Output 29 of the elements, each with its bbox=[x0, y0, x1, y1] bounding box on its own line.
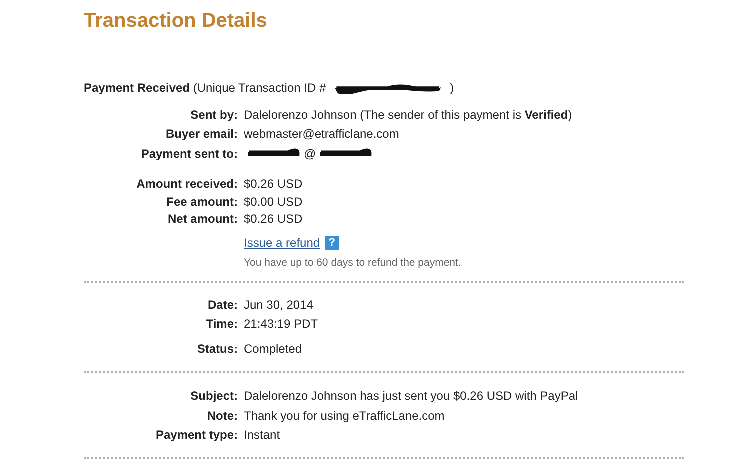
page-title: Transaction Details bbox=[84, 9, 268, 34]
field-value: webmaster@etrafficlane.com bbox=[244, 127, 400, 142]
payment-heading: Payment Received (Unique Transaction ID # bbox=[84, 81, 326, 95]
field-label: Status: bbox=[196, 342, 238, 356]
field-value: $0.26 USD bbox=[244, 212, 303, 226]
payment-heading-suffix: ) bbox=[450, 81, 454, 95]
field-value: @ bbox=[304, 146, 316, 161]
field-value: Dalelorenzo Johnson has just sent you $0.26 USD with PayPal bbox=[244, 389, 578, 404]
field-label: Fee amount: bbox=[166, 194, 238, 209]
field-value: $0.00 USD bbox=[244, 194, 303, 209]
field-label: Sent by: bbox=[190, 108, 238, 122]
field-label: Net amount: bbox=[167, 212, 238, 226]
field-label: Subject: bbox=[190, 389, 238, 404]
field-value: Dalelorenzo Johnson (The sender of this payment is Verified) bbox=[244, 108, 572, 122]
field-value: 21:43:19 PDT bbox=[244, 317, 318, 332]
field-value: Instant bbox=[244, 428, 280, 442]
field-label: Payment sent to: bbox=[140, 146, 238, 161]
field-value: Completed bbox=[244, 342, 302, 356]
issue-refund-link[interactable]: Issue a refund bbox=[244, 236, 320, 250]
field-value: Jun 30, 2014 bbox=[244, 298, 314, 312]
field-label: Buyer email: bbox=[164, 127, 238, 142]
field-label: Time: bbox=[205, 317, 238, 332]
field-label: Amount received: bbox=[136, 177, 238, 192]
field-value: $0.26 USD bbox=[244, 177, 303, 192]
refund-note: You have up to 60 days to refund the payment. bbox=[244, 257, 462, 269]
field-label: Note: bbox=[206, 408, 238, 423]
field-label: Payment type: bbox=[154, 428, 238, 442]
field-label: Date: bbox=[206, 298, 238, 312]
field-value: Thank you for using eTrafficLane.com bbox=[244, 408, 445, 423]
